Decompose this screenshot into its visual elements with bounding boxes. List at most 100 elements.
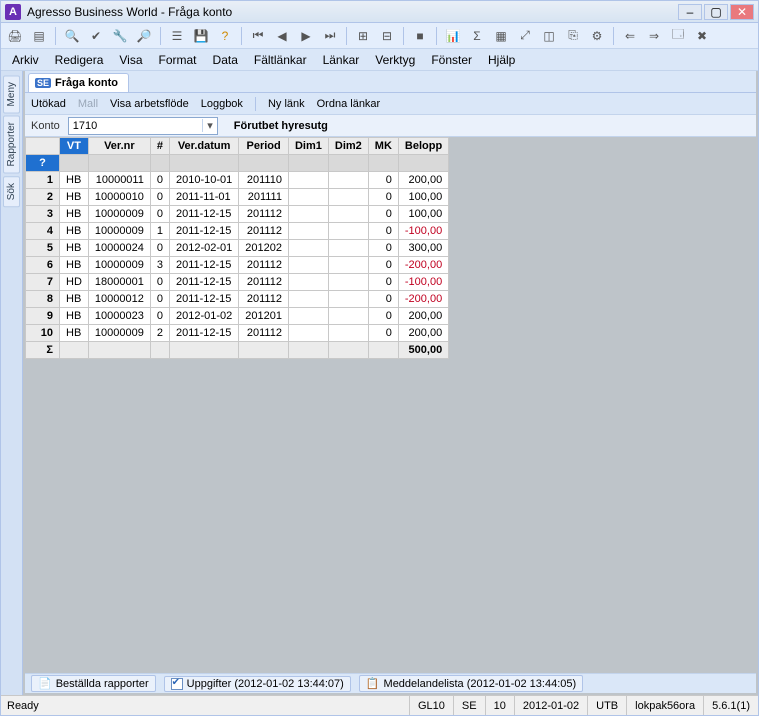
col-header[interactable] (26, 138, 60, 155)
cell[interactable]: 300,00 (398, 240, 448, 257)
chevron-down-icon[interactable]: ▾ (202, 119, 216, 132)
row-number[interactable]: 5 (26, 240, 60, 257)
cell[interactable]: 2010-10-01 (169, 172, 238, 189)
sigma-icon[interactable]: Σ (466, 25, 488, 47)
cell[interactable] (328, 291, 368, 308)
cell[interactable]: 0 (150, 240, 169, 257)
cell[interactable]: 2012-02-01 (169, 240, 238, 257)
filter-cell[interactable] (328, 155, 368, 172)
cell[interactable] (328, 257, 368, 274)
cell[interactable] (288, 325, 328, 342)
col-header[interactable]: Ver.nr (88, 138, 150, 155)
cell[interactable]: 18000001 (88, 274, 150, 291)
table-row[interactable]: 7HD1800000102011-12-152011120-100,00 (26, 274, 449, 291)
save-icon[interactable]: 💾 (190, 25, 212, 47)
filter-cell[interactable] (150, 155, 169, 172)
cell[interactable]: 200,00 (398, 308, 448, 325)
mall-link[interactable]: Mall (78, 98, 98, 110)
minimize-button[interactable]: – (678, 4, 702, 20)
cell[interactable] (288, 274, 328, 291)
side-tab-meny[interactable]: Meny (3, 75, 20, 113)
cell[interactable]: 201112 (239, 223, 289, 240)
filter-cell[interactable] (169, 155, 238, 172)
cell[interactable]: 0 (150, 172, 169, 189)
close-button[interactable]: ✕ (730, 4, 754, 20)
cell[interactable] (328, 206, 368, 223)
cell[interactable]: -200,00 (398, 291, 448, 308)
cell[interactable]: 0 (368, 291, 398, 308)
col-header[interactable]: # (150, 138, 169, 155)
cell[interactable]: 10000011 (88, 172, 150, 189)
konto-combo[interactable]: ▾ (68, 117, 218, 135)
col-header[interactable]: VT (60, 138, 89, 155)
cell[interactable]: 201110 (239, 172, 289, 189)
next-icon[interactable]: ▶ (295, 25, 317, 47)
cell[interactable]: HB (60, 325, 89, 342)
cell[interactable]: 2012-01-02 (169, 308, 238, 325)
table-row[interactable]: 2HB1000001002011-11-012011110100,00 (26, 189, 449, 206)
cell[interactable]: 2011-12-15 (169, 257, 238, 274)
menu-verktyg[interactable]: Verktyg (367, 50, 423, 70)
loggbok-link[interactable]: Loggbok (201, 98, 243, 110)
cell[interactable]: 100,00 (398, 189, 448, 206)
cell[interactable] (288, 206, 328, 223)
filter-cell[interactable] (239, 155, 289, 172)
cell[interactable]: 0 (368, 240, 398, 257)
cell[interactable]: HB (60, 172, 89, 189)
cell[interactable]: -100,00 (398, 274, 448, 291)
window-icon[interactable]: 🗔 (667, 25, 689, 47)
cell[interactable]: 2011-12-15 (169, 274, 238, 291)
cell[interactable]: HB (60, 291, 89, 308)
filter-icon[interactable]: ▦ (490, 25, 512, 47)
menu-arkiv[interactable]: Arkiv (4, 50, 47, 70)
cell[interactable] (328, 172, 368, 189)
cell[interactable]: 100,00 (398, 206, 448, 223)
cell[interactable]: 201112 (239, 274, 289, 291)
menu-format[interactable]: Format (151, 50, 205, 70)
cell[interactable]: 10000009 (88, 223, 150, 240)
wrench-icon[interactable]: 🔧 (109, 25, 131, 47)
maximize-button[interactable]: ▢ (704, 4, 728, 20)
cell[interactable]: HB (60, 240, 89, 257)
table-row[interactable]: 4HB1000000912011-12-152011120-100,00 (26, 223, 449, 240)
cell[interactable]: 201112 (239, 206, 289, 223)
cell[interactable]: 3 (150, 257, 169, 274)
cell[interactable]: 0 (368, 172, 398, 189)
cell[interactable]: HB (60, 189, 89, 206)
prev-icon[interactable]: ◀ (271, 25, 293, 47)
menu-visa[interactable]: Visa (111, 50, 150, 70)
row-number[interactable]: 2 (26, 189, 60, 206)
col-header[interactable]: Dim1 (288, 138, 328, 155)
cell[interactable]: 201112 (239, 257, 289, 274)
cell[interactable]: 0 (150, 206, 169, 223)
visa-arbetsflode-link[interactable]: Visa arbetsflöde (110, 98, 189, 110)
last-icon[interactable]: ⏭ (319, 25, 341, 47)
cell[interactable]: 2011-11-01 (169, 189, 238, 206)
table-row[interactable]: 6HB1000000932011-12-152011120-200,00 (26, 257, 449, 274)
menu-fönster[interactable]: Fönster (423, 50, 480, 70)
cell[interactable] (328, 308, 368, 325)
back-icon[interactable]: ⇐ (619, 25, 641, 47)
cell[interactable] (328, 274, 368, 291)
cell[interactable]: 200,00 (398, 172, 448, 189)
first-icon[interactable]: ⏮ (247, 25, 269, 47)
cell[interactable]: 201111 (239, 189, 289, 206)
cell[interactable]: 2011-12-15 (169, 325, 238, 342)
menu-redigera[interactable]: Redigera (47, 50, 112, 70)
cell[interactable]: -100,00 (398, 223, 448, 240)
cell[interactable] (288, 291, 328, 308)
cell[interactable]: 0 (150, 308, 169, 325)
cell[interactable]: 1 (150, 223, 169, 240)
ny-lank-link[interactable]: Ny länk (268, 98, 305, 110)
row-number[interactable]: 6 (26, 257, 60, 274)
cell[interactable]: HB (60, 206, 89, 223)
cell[interactable] (328, 223, 368, 240)
cell[interactable]: 0 (368, 274, 398, 291)
menu-hjälp[interactable]: Hjälp (480, 50, 523, 70)
cell[interactable]: 0 (368, 257, 398, 274)
cell[interactable]: 2011-12-15 (169, 291, 238, 308)
row-number[interactable]: 3 (26, 206, 60, 223)
grid-area[interactable]: VTVer.nr#Ver.datumPeriodDim1Dim2MKBelopp… (25, 137, 756, 673)
cell[interactable] (328, 240, 368, 257)
col-header[interactable]: MK (368, 138, 398, 155)
